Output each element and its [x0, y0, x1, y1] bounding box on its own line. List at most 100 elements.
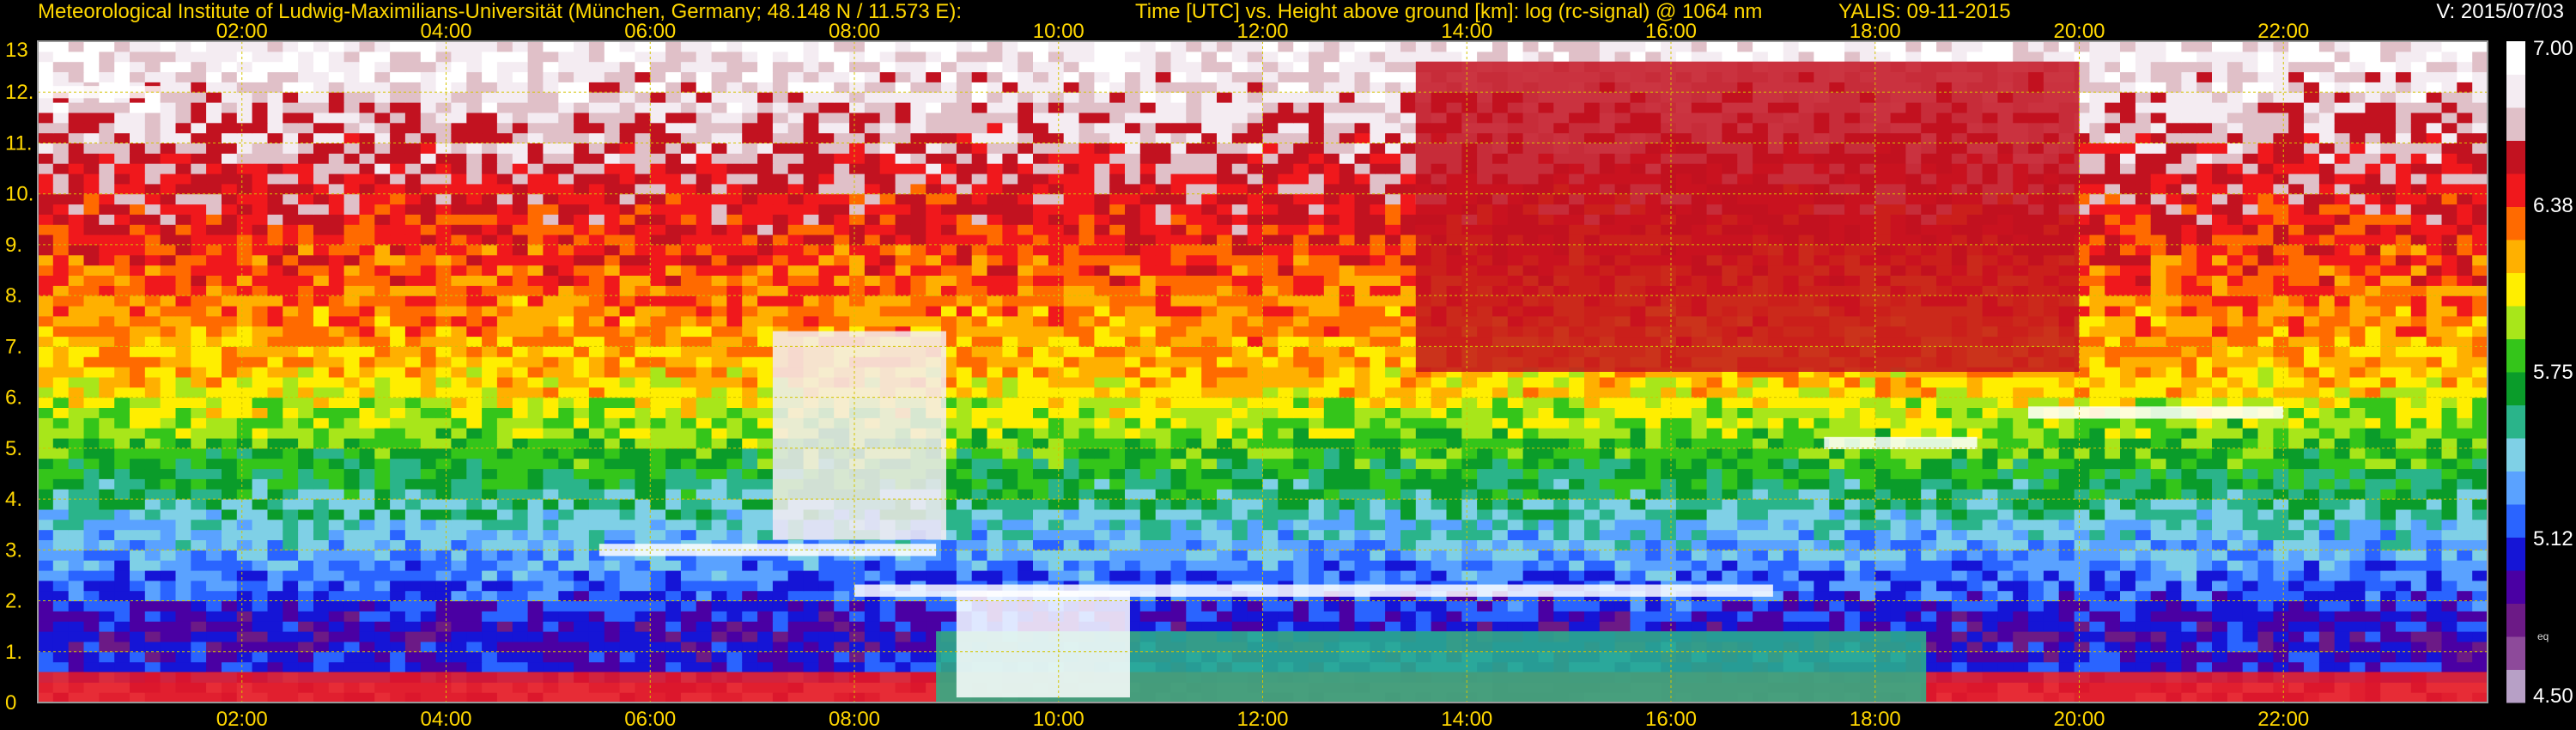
heatmap-cell [1033, 478, 1049, 490]
heatmap-cell [895, 661, 911, 672]
heatmap-cell [910, 560, 927, 571]
heatmap-cell [298, 458, 314, 470]
heatmap-cell [1753, 489, 1769, 500]
heatmap-cell [267, 621, 283, 632]
heatmap-cell [2288, 447, 2305, 459]
heatmap-cell [1921, 386, 1937, 398]
heatmap-cell [665, 529, 682, 540]
heatmap-cell [2257, 468, 2274, 479]
heatmap-cell [1859, 570, 1876, 581]
heatmap-cell [1599, 417, 1616, 429]
heatmap-cell [1507, 570, 1524, 581]
heatmap-cell [114, 519, 131, 531]
heatmap-cell [1002, 386, 1018, 398]
heatmap-cell [910, 651, 927, 663]
heatmap-cell [619, 560, 635, 571]
heatmap-cell [83, 600, 100, 611]
heatmap-cell [1675, 508, 1692, 520]
heatmap-cell [130, 519, 146, 531]
heatmap-cell [2242, 651, 2259, 663]
heatmap-cell [1217, 386, 1233, 398]
heatmap-cell [1278, 428, 1294, 439]
heatmap-cell [390, 519, 406, 531]
heatmap-cell [83, 529, 100, 540]
heatmap-cell [1201, 508, 1218, 520]
heatmap-cell [1599, 447, 1616, 459]
heatmap-cell [1645, 447, 1662, 459]
heatmap-cell [2058, 611, 2075, 622]
heatmap-cell [1630, 550, 1646, 561]
heatmap-cell [2043, 621, 2060, 632]
heatmap-cell [2242, 447, 2259, 459]
heatmap-cell [2365, 407, 2381, 418]
heatmap-cell [2105, 386, 2121, 398]
heatmap-cell [1186, 570, 1202, 581]
heatmap-cell [283, 539, 299, 551]
heatmap-cell [987, 519, 1003, 531]
heatmap-cell [2410, 590, 2427, 602]
heatmap-cell [1186, 539, 1202, 551]
heatmap-cell [52, 529, 70, 540]
heatmap-cell [1247, 438, 1264, 449]
heatmap-cell [2135, 621, 2152, 632]
heatmap-cell [574, 478, 590, 490]
heatmap-cell [2288, 661, 2305, 672]
heatmap-cell [1018, 570, 1034, 581]
heatmap-cell [2318, 529, 2336, 540]
heatmap-cell [420, 539, 437, 551]
heatmap-cell [1400, 478, 1417, 490]
heatmap-cell [359, 438, 375, 449]
heatmap-cell [298, 386, 314, 398]
heatmap-cell [1661, 407, 1677, 418]
heatmap-cell [390, 499, 406, 510]
heatmap-cell [2365, 386, 2381, 398]
heatmap-cell [420, 386, 437, 398]
heatmap-cell [2028, 661, 2044, 672]
heatmap-cell [2365, 478, 2381, 490]
heatmap-cell [2349, 600, 2366, 611]
heatmap-cell [1997, 590, 2014, 602]
heatmap-cell [926, 600, 942, 611]
heatmap-cell [2227, 600, 2244, 611]
heatmap-cell [1002, 570, 1018, 581]
heatmap-cell [482, 519, 498, 531]
heatmap-cell [2457, 407, 2473, 418]
heatmap-cell [2135, 631, 2152, 642]
heatmap-cell [2028, 478, 2044, 490]
heatmap-cell [1921, 478, 1937, 490]
heatmap-cell [1278, 468, 1294, 479]
heatmap-cell [726, 499, 743, 510]
heatmap-cell [130, 438, 146, 449]
heatmap-cell [2318, 417, 2336, 429]
heatmap-cell [252, 590, 268, 602]
heatmap-cell [2334, 600, 2351, 611]
heatmap-cell [1661, 458, 1677, 470]
heatmap-cell [2227, 468, 2244, 479]
heatmap-cell [1814, 468, 1830, 479]
heatmap-cell [2349, 590, 2366, 602]
heatmap-cell [1278, 519, 1294, 531]
heatmap-cell [1170, 570, 1187, 581]
heatmap-cell [1078, 570, 1095, 581]
heatmap-cell [2120, 661, 2136, 672]
heatmap-cell [2365, 550, 2381, 561]
heatmap-cell [1951, 611, 1968, 622]
heatmap-cell [527, 447, 544, 459]
heatmap-cell [374, 600, 391, 611]
heatmap-cell [466, 560, 483, 571]
heatmap-cell [298, 560, 314, 571]
heatmap-cell [130, 417, 146, 429]
heatmap-cell [83, 499, 100, 510]
heatmap-cell [2058, 529, 2075, 540]
heatmap-cell [144, 407, 161, 418]
heatmap-cell [1767, 508, 1784, 520]
heatmap-cell [1492, 600, 1509, 611]
heatmap-cell [1783, 386, 1800, 398]
heatmap-cell [2288, 550, 2305, 561]
heatmap-cell [313, 458, 330, 470]
heatmap-cell [604, 611, 621, 622]
heatmap-cell [1706, 570, 1722, 581]
heatmap-cell [1997, 428, 2014, 439]
heatmap-cell [252, 519, 268, 531]
heatmap-cell [1323, 560, 1340, 571]
